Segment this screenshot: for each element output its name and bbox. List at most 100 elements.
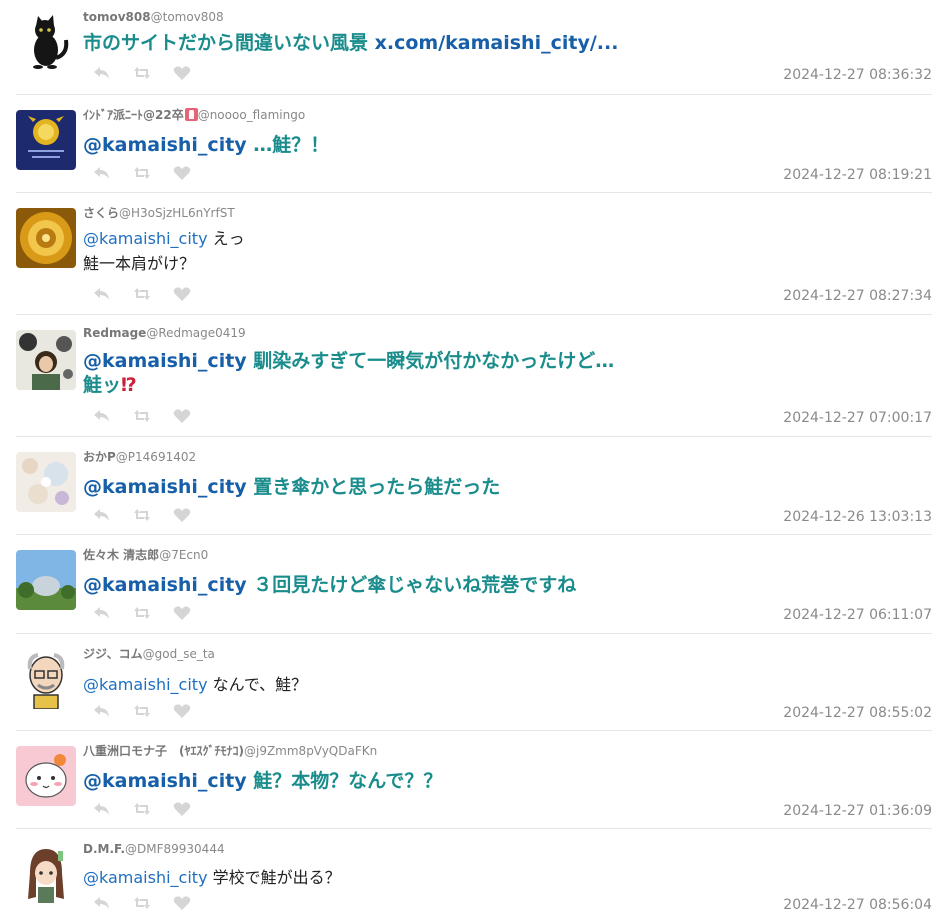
pink-character-avatar[interactable] bbox=[16, 746, 76, 806]
retweet-icon[interactable] bbox=[133, 286, 151, 302]
tweet-timestamp[interactable]: 2024-12-27 06:11:07 bbox=[783, 607, 932, 623]
tweet-item: D.M.F.@DMF89930444 @kamaishi_city 学校で鮭が出… bbox=[16, 829, 932, 919]
mention-link[interactable]: @kamaishi_city bbox=[83, 574, 247, 596]
tweet-timestamp[interactable]: 2024-12-27 08:19:21 bbox=[783, 167, 932, 183]
tweet-timestamp[interactable]: 2024-12-27 08:55:02 bbox=[783, 705, 932, 721]
author-name[interactable]: ジジ、コム bbox=[83, 647, 143, 661]
mention-link[interactable]: @kamaishi_city bbox=[83, 476, 247, 498]
author-handle[interactable]: @H3oSjzHL6nYrfST bbox=[119, 206, 235, 220]
reply-icon[interactable] bbox=[93, 507, 111, 523]
tweet-timestamp[interactable]: 2024-12-27 08:56:04 bbox=[783, 897, 932, 913]
author-name[interactable]: おかP bbox=[83, 450, 116, 464]
tweet-item: Redmage@Redmage0419 @kamaishi_city 馴染みすぎ… bbox=[16, 315, 932, 437]
tweet-header: tomov808@tomov808 bbox=[83, 10, 932, 24]
retweet-icon[interactable] bbox=[133, 605, 151, 621]
tweet-actions bbox=[93, 895, 191, 911]
emblem-avatar[interactable] bbox=[16, 110, 76, 170]
heart-icon[interactable] bbox=[173, 65, 191, 81]
tweet-header: D.M.F.@DMF89930444 bbox=[83, 842, 932, 856]
reply-icon[interactable] bbox=[93, 605, 111, 621]
retweet-icon[interactable] bbox=[133, 408, 151, 424]
tweet-header: 八重洲口モナ子 (ﾔｴｽｸﾞﾁﾓﾅｺ)@j9Zmm8pVyQDaFKn bbox=[83, 744, 932, 758]
reply-icon[interactable] bbox=[93, 286, 111, 302]
reply-icon[interactable] bbox=[93, 408, 111, 424]
mention-link[interactable]: @kamaishi_city bbox=[83, 229, 208, 248]
author-name[interactable]: ｲﾝﾄﾞｱ派ﾆｰﾄ@22卒 bbox=[83, 108, 184, 122]
reply-icon[interactable] bbox=[93, 703, 111, 719]
retweet-icon[interactable] bbox=[133, 801, 151, 817]
mention-link[interactable]: @kamaishi_city bbox=[83, 868, 208, 887]
author-name[interactable]: Redmage bbox=[83, 326, 146, 340]
tweet-timestamp[interactable]: 2024-12-27 08:27:34 bbox=[783, 288, 932, 304]
author-name[interactable]: さくら bbox=[83, 206, 119, 220]
sky-avatar[interactable] bbox=[16, 550, 76, 610]
tweet-timestamp[interactable]: 2024-12-26 13:03:13 bbox=[783, 509, 932, 525]
author-name[interactable]: D.M.F. bbox=[83, 842, 125, 856]
floral-avatar[interactable] bbox=[16, 452, 76, 512]
author-name[interactable]: 八重洲口モナ子 (ﾔｴｽｸﾞﾁﾓﾅｺ) bbox=[83, 744, 244, 758]
tweet-actions bbox=[93, 65, 191, 81]
tweet-actions bbox=[93, 703, 191, 719]
tweet-text: @kamaishi_city 学校で鮭が出る？ bbox=[83, 865, 932, 890]
author-handle[interactable]: @Redmage0419 bbox=[146, 326, 245, 340]
retweet-icon[interactable] bbox=[133, 895, 151, 911]
tweet-text-body: なんで、鮭？ bbox=[207, 675, 308, 694]
heart-icon[interactable] bbox=[173, 801, 191, 817]
tweet-header: ジジ、コム@god_se_ta bbox=[83, 647, 932, 661]
old-man-avatar[interactable] bbox=[16, 649, 76, 709]
author-name[interactable]: 佐々木 清志郎 bbox=[83, 548, 159, 562]
reply-icon[interactable] bbox=[93, 165, 111, 181]
tweet-text: @kamaishi_city 鮭？本物？なんで？？ bbox=[83, 769, 932, 793]
tweet-actions bbox=[93, 801, 191, 817]
author-handle[interactable]: @noooo_flamingo bbox=[198, 108, 305, 122]
retweet-icon[interactable] bbox=[133, 703, 151, 719]
retweet-icon[interactable] bbox=[133, 165, 151, 181]
mention-link[interactable]: @kamaishi_city bbox=[83, 675, 208, 694]
heart-icon[interactable] bbox=[173, 507, 191, 523]
author-handle[interactable]: @j9Zmm8pVyQDaFKn bbox=[244, 744, 377, 758]
reply-icon[interactable] bbox=[93, 65, 111, 81]
retweet-icon[interactable] bbox=[133, 65, 151, 81]
tweet-timestamp[interactable]: 2024-12-27 08:36:32 bbox=[783, 67, 932, 83]
tweet-timestamp[interactable]: 2024-12-27 07:00:17 bbox=[783, 410, 932, 426]
reply-icon[interactable] bbox=[93, 801, 111, 817]
tweet-text: @kamaishi_city ３回見たけど傘じゃないね荒巻ですね bbox=[83, 573, 932, 597]
retweet-icon[interactable] bbox=[133, 507, 151, 523]
exclamation-question-icon: ⁉ bbox=[121, 374, 137, 396]
heart-icon[interactable] bbox=[173, 895, 191, 911]
anime-girl-avatar[interactable] bbox=[16, 843, 76, 903]
golden-sun-avatar[interactable] bbox=[16, 208, 76, 268]
mention-link[interactable]: @kamaishi_city bbox=[83, 134, 247, 156]
tweet-text: @kamaishi_city えっ 鮭一本肩がけ？ bbox=[83, 226, 932, 276]
mention-link[interactable]: @kamaishi_city bbox=[83, 350, 247, 372]
tweet-item: tomov808@tomov808 市のサイトだから間違いない風景 x.com/… bbox=[16, 0, 932, 95]
author-handle[interactable]: @god_se_ta bbox=[143, 647, 215, 661]
portrait-avatar[interactable] bbox=[16, 330, 76, 390]
tweet-actions bbox=[93, 605, 191, 621]
tweet-link[interactable]: x.com/kamaishi_city/... bbox=[375, 32, 619, 54]
tweet-text-body: ３回見たけど傘じゃないね荒巻ですね bbox=[246, 574, 577, 596]
heart-icon[interactable] bbox=[173, 286, 191, 302]
author-handle[interactable]: @DMF89930444 bbox=[125, 842, 225, 856]
reply-icon[interactable] bbox=[93, 895, 111, 911]
tweet-actions bbox=[93, 286, 191, 302]
author-name[interactable]: tomov808 bbox=[83, 10, 151, 24]
heart-icon[interactable] bbox=[173, 165, 191, 181]
tweet-text-body: 学校で鮭が出る？ bbox=[207, 868, 341, 887]
tweet-text-body: 鮭？本物？なんで？？ bbox=[246, 770, 443, 792]
tweet-timestamp[interactable]: 2024-12-27 01:36:09 bbox=[783, 803, 932, 819]
author-handle[interactable]: @tomov808 bbox=[151, 10, 224, 24]
tweet-item: 佐々木 清志郎@7Ecn0 @kamaishi_city ３回見たけど傘じゃない… bbox=[16, 535, 932, 634]
tweet-text: @kamaishi_city …鮭？！ bbox=[83, 133, 932, 157]
tweet-header: ｲﾝﾄﾞｱ派ﾆｰﾄ@22卒 @noooo_flamingo bbox=[83, 108, 932, 122]
tweet-text-body: 市のサイトだから間違いない風景 bbox=[83, 32, 375, 54]
heart-icon[interactable] bbox=[173, 703, 191, 719]
tweet-feed: tomov808@tomov808 市のサイトだから間違いない風景 x.com/… bbox=[0, 0, 940, 919]
author-handle[interactable]: @7Ecn0 bbox=[159, 548, 208, 562]
tweet-item: 八重洲口モナ子 (ﾔｴｽｸﾞﾁﾓﾅｺ)@j9Zmm8pVyQDaFKn @kam… bbox=[16, 731, 932, 829]
author-handle[interactable]: @P14691402 bbox=[116, 450, 196, 464]
mention-link[interactable]: @kamaishi_city bbox=[83, 770, 247, 792]
heart-icon[interactable] bbox=[173, 408, 191, 424]
heart-icon[interactable] bbox=[173, 605, 191, 621]
black-cat-avatar[interactable] bbox=[16, 10, 76, 70]
